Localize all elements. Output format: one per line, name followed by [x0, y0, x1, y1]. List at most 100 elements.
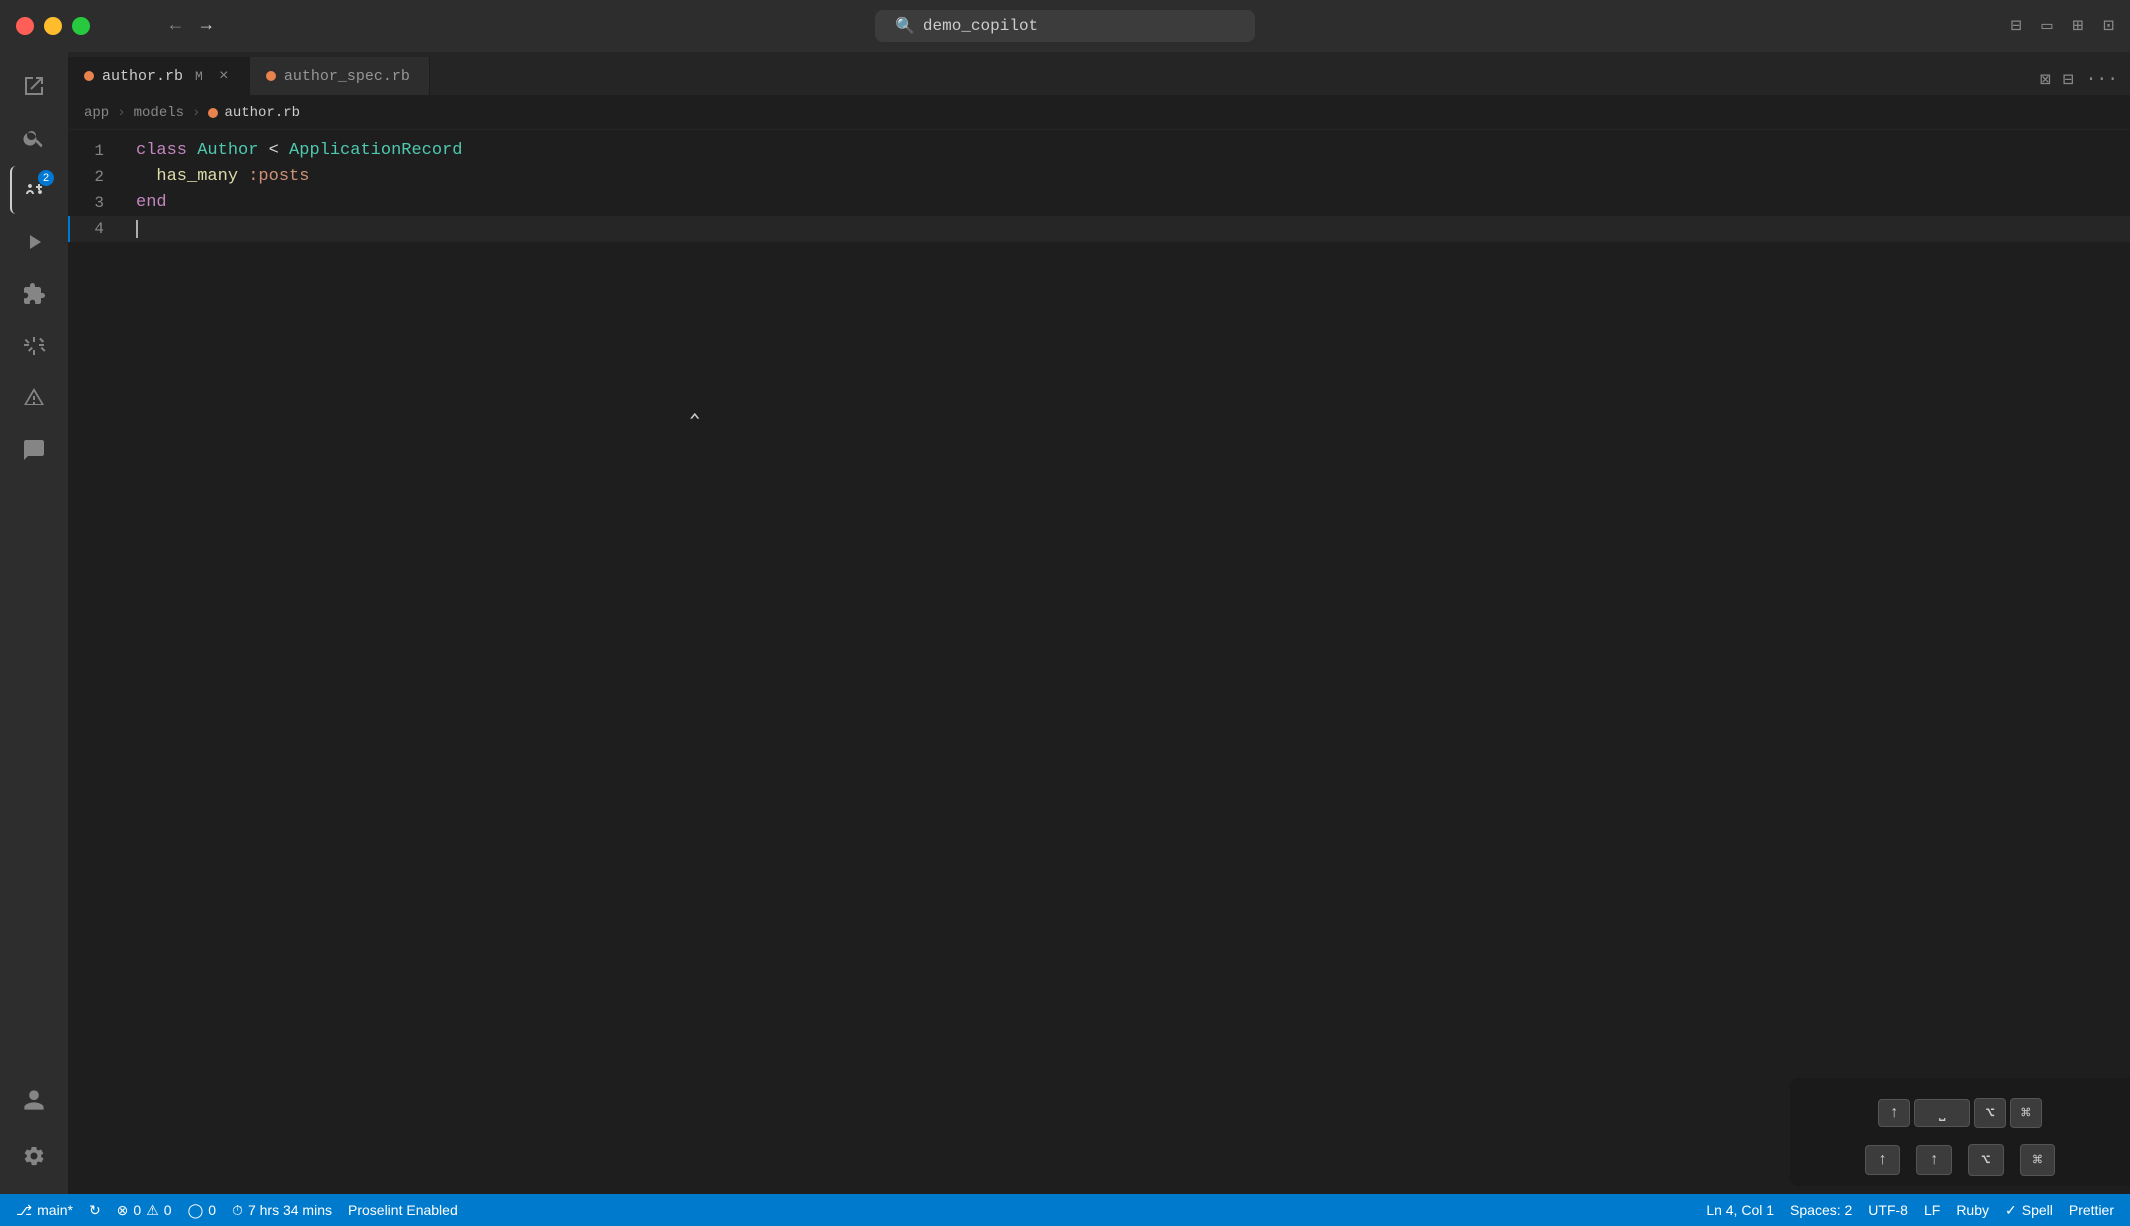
search-icon: 🔍 — [895, 16, 915, 36]
line-content-1: class Author < ApplicationRecord — [128, 138, 2130, 164]
status-errors[interactable]: ⊗ 0 ⚠ 0 — [109, 1194, 180, 1226]
tab-modified-badge: M — [191, 69, 207, 84]
sync-icon: ↻ — [89, 1202, 101, 1219]
titlebar-right: ⊟ ▭ ⊞ ⊡ — [2011, 15, 2114, 37]
status-line-ending[interactable]: LF — [1916, 1202, 1948, 1218]
breadcrumb-current-file: author.rb — [208, 105, 300, 121]
status-right: Ln 4, Col 1 Spaces: 2 UTF-8 LF Ruby ✓ Sp… — [1698, 1202, 2122, 1219]
status-branch[interactable]: ⎇ main* — [8, 1194, 81, 1226]
more-actions-icon[interactable]: ··· — [2086, 70, 2118, 90]
breadcrumb-sep-2: › — [192, 105, 200, 121]
tab-author-rb[interactable]: author.rb M × — [68, 57, 250, 95]
kbd-cmd: ⌘ — [2010, 1098, 2042, 1128]
proselint-label: Proselint Enabled — [348, 1202, 458, 1218]
close-button[interactable] — [16, 17, 34, 35]
sidebar-item-explorer[interactable] — [10, 62, 58, 110]
status-time[interactable]: ⏱ 7 hrs 34 mins — [224, 1194, 340, 1226]
encoding-text: UTF-8 — [1868, 1202, 1908, 1218]
sidebar-item-source-control[interactable] — [10, 166, 58, 214]
status-sync[interactable]: ↻ — [81, 1194, 109, 1226]
source-control-view-icon[interactable]: ⊠ — [2040, 69, 2051, 91]
editor-area: author.rb M × author_spec.rb ⊠ ⊟ ··· app… — [68, 52, 2130, 1194]
code-line-2: 2 has_many :posts — [68, 164, 2130, 190]
line-ending-text: LF — [1924, 1202, 1940, 1218]
time-value: 7 hrs 34 mins — [248, 1202, 332, 1218]
line-content-4 — [128, 216, 2130, 242]
line-content-3: end — [128, 190, 2130, 216]
sidebar-item-settings[interactable] — [10, 1132, 58, 1180]
code-line-1: 1 class Author < ApplicationRecord — [68, 138, 2130, 164]
split-editor-icon[interactable]: ⊟ — [2011, 15, 2022, 37]
panel-alt-button[interactable]: ⌥ — [1968, 1144, 2004, 1176]
code-line-4: 4 — [68, 216, 2130, 242]
sidebar-item-extensions[interactable] — [10, 270, 58, 318]
tab-bar: author.rb M × author_spec.rb ⊠ ⊟ ··· — [68, 52, 2130, 96]
status-encoding[interactable]: UTF-8 — [1860, 1202, 1916, 1218]
panel-keyboard-shortcut: ↑ ⎵ ⌥ ⌘ — [1878, 1098, 2041, 1128]
search-text: demo_copilot — [923, 17, 1038, 35]
activity-bar — [0, 52, 68, 1194]
panel-action-buttons: ↑ ↑ ⌥ ⌘ — [1865, 1144, 2056, 1176]
breadcrumb-sep-1: › — [117, 105, 125, 121]
status-language[interactable]: Ruby — [1948, 1202, 1997, 1218]
tab-label: author.rb — [102, 68, 183, 85]
status-proselint[interactable]: Proselint Enabled — [340, 1194, 466, 1226]
tab-author-spec-rb[interactable]: author_spec.rb — [250, 57, 430, 95]
line-number-4: 4 — [68, 216, 128, 242]
tab-file-icon — [266, 71, 276, 81]
prettier-text: Prettier — [2069, 1202, 2114, 1218]
tab-bar-right: ⊠ ⊟ ··· — [2040, 69, 2130, 95]
titlebar: ← → 🔍 demo_copilot ⊟ ▭ ⊞ ⊡ — [0, 0, 2130, 52]
file-dot-icon — [208, 108, 218, 118]
toggle-panel-icon[interactable]: ▭ — [2041, 15, 2052, 37]
breadcrumb-models[interactable]: models — [134, 105, 184, 121]
status-prettier[interactable]: Prettier — [2061, 1202, 2122, 1218]
nav-back-button[interactable]: ← — [170, 16, 181, 36]
spell-text: Spell — [2022, 1202, 2053, 1218]
panel-up2-button[interactable]: ↑ — [1916, 1145, 1952, 1175]
panel-cmd-button[interactable]: ⌘ — [2020, 1144, 2056, 1176]
tab-close-button[interactable]: × — [215, 67, 233, 85]
status-spaces[interactable]: Spaces: 2 — [1782, 1202, 1860, 1218]
language-text: Ruby — [1956, 1202, 1989, 1218]
status-bar: ⎇ main* ↻ ⊗ 0 ⚠ 0 ◯ 0 ⏱ 7 hrs 34 mins Pr… — [0, 1194, 2130, 1226]
remote-icon: ◯ — [188, 1202, 204, 1219]
breadcrumb-app[interactable]: app — [84, 105, 109, 121]
split-right-icon[interactable]: ⊟ — [2063, 69, 2074, 91]
spell-icon: ✓ — [2005, 1202, 2017, 1219]
titlebar-center: 🔍 demo_copilot — [875, 10, 1255, 42]
spaces-text: Spaces: 2 — [1790, 1202, 1852, 1218]
warning-count: 0 — [164, 1202, 172, 1218]
branch-name: main* — [37, 1202, 73, 1218]
nav-forward-button[interactable]: → — [201, 16, 212, 36]
panel-up-button[interactable]: ↑ — [1865, 1145, 1901, 1175]
line-content-2: has_many :posts — [128, 164, 2130, 190]
sidebar-item-prism[interactable] — [10, 374, 58, 422]
status-spell[interactable]: ✓ Spell — [1997, 1202, 2061, 1219]
cursor-pos-text: Ln 4, Col 1 — [1706, 1202, 1774, 1218]
line-number-2: 2 — [68, 164, 128, 190]
status-remote-errors[interactable]: ◯ 0 — [180, 1194, 224, 1226]
maximize-button[interactable] — [72, 17, 90, 35]
sidebar-item-account[interactable] — [10, 1076, 58, 1124]
error-count: 0 — [133, 1202, 141, 1218]
toggle-sidebar-icon[interactable]: ⊞ — [2072, 15, 2083, 37]
error-icon: ⊗ — [117, 1202, 129, 1219]
activity-bar-bottom — [10, 1076, 58, 1184]
sidebar-item-search[interactable] — [10, 114, 58, 162]
breadcrumb: app › models › author.rb — [68, 96, 2130, 130]
code-line-3: 3 end — [68, 190, 2130, 216]
sidebar-item-docker[interactable] — [10, 322, 58, 370]
floating-panel: ↑ ⎵ ⌥ ⌘ ↑ ↑ ⌥ ⌘ — [1790, 1078, 2130, 1186]
command-palette[interactable]: 🔍 demo_copilot — [875, 10, 1255, 42]
tab-label: author_spec.rb — [284, 68, 410, 85]
line-number-3: 3 — [68, 190, 128, 216]
minimize-button[interactable] — [44, 17, 62, 35]
sidebar-item-run-debug[interactable] — [10, 218, 58, 266]
kbd-space: ⎵ — [1914, 1099, 1970, 1127]
customize-layout-icon[interactable]: ⊡ — [2103, 15, 2114, 37]
sidebar-item-chat[interactable] — [10, 426, 58, 474]
remote-error-count: 0 — [208, 1202, 216, 1218]
status-cursor-pos[interactable]: Ln 4, Col 1 — [1698, 1202, 1782, 1218]
code-editor[interactable]: 1 class Author < ApplicationRecord 2 has… — [68, 130, 2130, 1194]
